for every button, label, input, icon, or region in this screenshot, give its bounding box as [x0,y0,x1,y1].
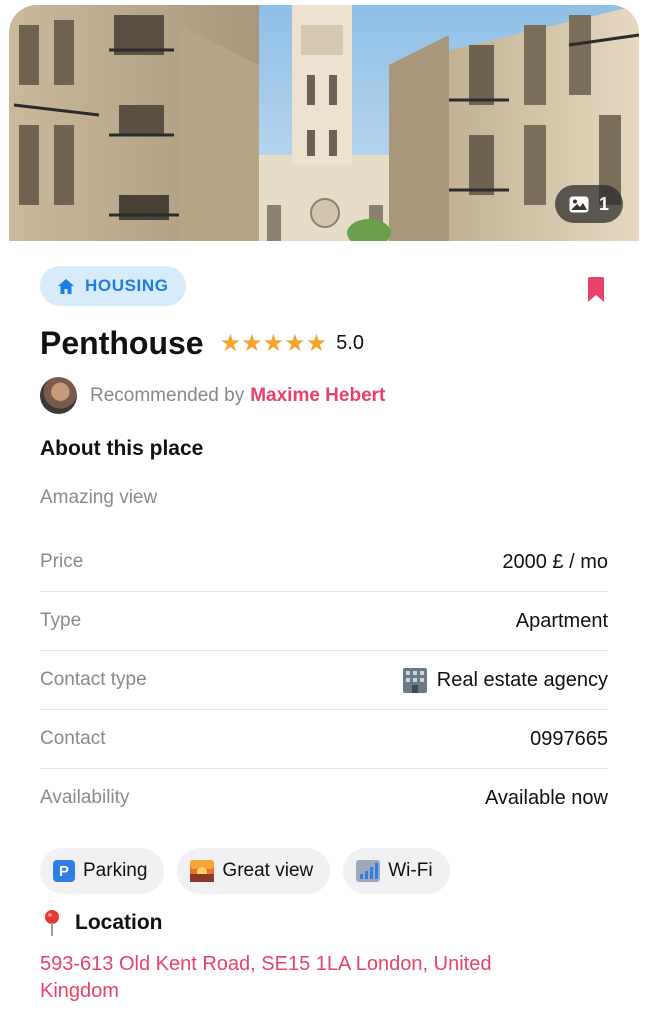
hero-image[interactable]: 1 [9,5,639,241]
star-icon: ★ [284,329,306,357]
about-description: Amazing view [40,487,158,508]
signal-icon [356,860,381,882]
detail-key: Price [40,551,84,572]
amenity-great-view[interactable]: Great view [177,848,331,894]
amenity-label: Parking [83,860,148,881]
listing-card: 1 HOUSING Penthouse ★ ★ ★ ★ ★ 5.0 Recomm… [9,5,639,1010]
detail-row-price: Price 2000 £ / mo [40,533,608,592]
rating-value: 5.0 [336,332,364,354]
detail-row-type: Type Apartment [40,592,608,651]
detail-key: Availability [40,787,130,808]
street-photo [9,5,639,241]
contact-type-value: Real estate agency [436,668,608,691]
category-chip[interactable]: HOUSING [40,266,186,306]
image-icon [569,196,589,212]
detail-value: Available now [485,787,608,810]
star-rating: ★ ★ ★ ★ ★ [219,329,328,357]
photo-count-badge[interactable]: 1 [554,185,623,223]
detail-row-availability: Availability Available now [40,769,608,827]
recommender-link[interactable]: Maxime Hebert [250,385,385,407]
listing-title: Penthouse [40,325,204,361]
detail-key: Contact type [40,669,147,690]
details-table: Price 2000 £ / mo Type Apartment Contact… [40,533,608,827]
amenity-parking[interactable]: P Parking [40,848,165,894]
star-icon: ★ [219,329,242,357]
home-icon [58,278,74,294]
availability-value: Available now [484,786,608,809]
sunset-icon [190,860,215,882]
recommended-by-label: Recommended by [90,384,245,406]
amenity-label: Wi-Fi [388,860,433,881]
price-value: 2000 £ / mo [502,550,608,573]
address-link[interactable]: 593-613 Old Kent Road, SE15 1LA London, … [40,951,520,1005]
detail-value: Apartment [516,610,608,633]
star-icon: ★ [305,329,328,357]
recommendation: Recommended by Maxime Hebert [40,377,385,414]
detail-value[interactable]: 0997665 [530,728,608,751]
amenities-list: P Parking Great view Wi-Fi [40,848,450,894]
detail-key: Type [40,610,82,631]
photo-count: 1 [598,193,609,214]
location-heading: Location [43,909,163,937]
type-value: Apartment [515,609,608,632]
parking-icon: P [53,860,75,882]
detail-value: Real estate agency [401,667,608,693]
detail-value: 2000 £ / mo [502,551,608,574]
bookmark-icon[interactable] [587,277,605,303]
detail-key: Contact [40,728,106,749]
title-row: Penthouse ★ ★ ★ ★ ★ 5.0 [40,325,364,362]
amenity-wifi[interactable]: Wi-Fi [343,848,450,894]
star-icon: ★ [241,329,263,357]
building-icon [402,668,427,693]
pin-icon [45,910,59,936]
detail-row-contact-type: Contact type Real estate agency [40,651,608,710]
category-label: HOUSING [85,276,169,295]
amenity-label: Great view [222,860,314,881]
detail-row-contact: Contact 0997665 [40,710,608,769]
avatar[interactable] [40,377,77,414]
location-label: Location [75,911,163,934]
star-icon: ★ [262,329,285,357]
contact-value[interactable]: 0997665 [530,728,608,751]
about-heading: About this place [40,437,204,460]
